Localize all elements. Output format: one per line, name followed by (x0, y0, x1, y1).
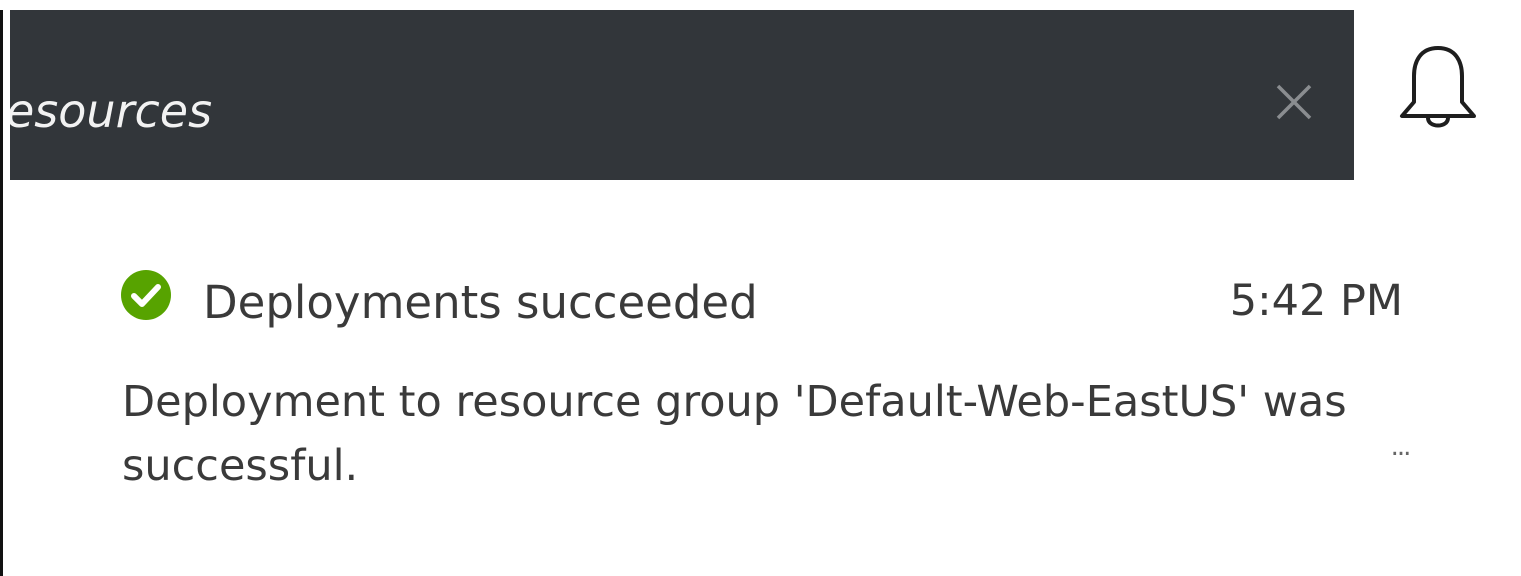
panel-left-border (0, 10, 10, 576)
bell-icon (1400, 46, 1476, 128)
more-options-button[interactable]: ... (1380, 432, 1420, 464)
close-icon (1276, 84, 1312, 120)
notifications-button[interactable] (1396, 42, 1480, 138)
notifications-panel: esources Deployments succeeded 5:42 PM D… (0, 0, 1521, 576)
blade-header: esources (0, 10, 1354, 180)
blade-title: esources (6, 84, 213, 138)
notification-time: 5:42 PM (1229, 276, 1403, 326)
notification-title: Deployments succeeded (203, 276, 758, 329)
close-button[interactable] (1270, 78, 1318, 126)
success-check-icon (120, 269, 172, 321)
notification-message: Deployment to resource group 'Default-We… (122, 377, 1347, 491)
top-border (0, 0, 1521, 10)
